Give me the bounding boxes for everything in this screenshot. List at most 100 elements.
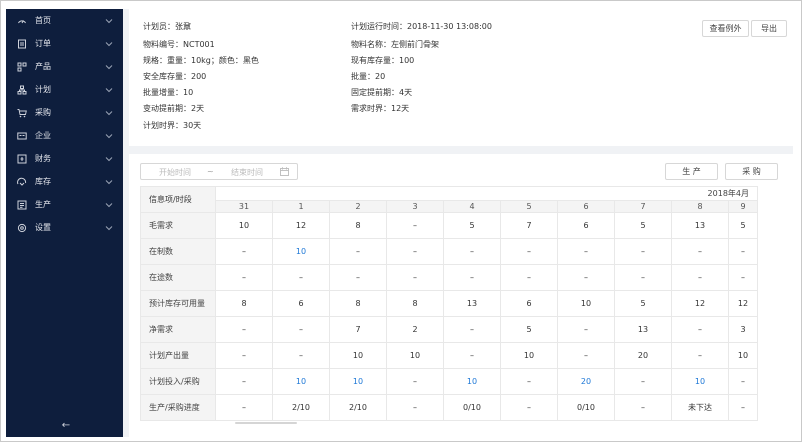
table-cell[interactable]: 10	[671, 368, 729, 395]
row-label: 在制数	[140, 238, 216, 265]
sidebar-item-label: 计划	[35, 85, 51, 94]
sidebar-item-6[interactable]: 财务	[6, 147, 123, 170]
end-date-input[interactable]: 结束时间	[231, 167, 263, 178]
sidebar-item-0[interactable]: 首页	[6, 9, 123, 32]
material-no-field: 物料编号：NCT001	[143, 40, 215, 49]
table-cell[interactable]: 10	[443, 368, 501, 395]
table-row: 预计库存可用量 8 6 8 8 13 6 10 5 12 12	[140, 290, 758, 317]
table-cell: –	[215, 238, 273, 265]
table-cell: 10	[557, 290, 615, 317]
plan-info-panel: 计划员：张鼐 物料编号：NCT001 规格：重量：10kg；颜色：黑色 安全库存…	[129, 9, 793, 146]
chevron-down-icon[interactable]	[104, 154, 113, 163]
produce-button[interactable]: 生 产	[665, 163, 718, 180]
sidebar-item-label: 财务	[35, 154, 51, 163]
day-header: 6	[557, 200, 615, 213]
sidebar-item-label: 订单	[35, 39, 51, 48]
view-exceptions-button[interactable]: 查看例外	[702, 20, 749, 37]
table-cell: 13	[671, 212, 729, 239]
table-cell: 2/10	[329, 394, 387, 421]
table-cell: 6	[500, 290, 558, 317]
collapse-sidebar-icon[interactable]: ←	[58, 417, 74, 433]
start-date-input[interactable]: 开始时间	[159, 167, 191, 178]
table-cell: 10	[329, 342, 387, 369]
sidebar-item-4[interactable]: 采购	[6, 101, 123, 124]
row-label: 毛需求	[140, 212, 216, 239]
table-cell: –	[500, 368, 558, 395]
table-cell: 10	[728, 342, 758, 369]
horizontal-scrollbar[interactable]	[235, 422, 297, 424]
table-cell[interactable]: 20	[557, 368, 615, 395]
table-cell[interactable]: 10	[272, 238, 330, 265]
chevron-down-icon[interactable]	[104, 39, 113, 48]
sidebar-item-3[interactable]: 计划	[6, 78, 123, 101]
table-cell: –	[215, 368, 273, 395]
table-cell: 0/10	[557, 394, 615, 421]
date-range-picker[interactable]: 开始时间 ~ 结束时间	[140, 163, 298, 180]
sidebar-item-2[interactable]: 产品	[6, 55, 123, 78]
chevron-down-icon[interactable]	[104, 131, 113, 140]
table-cell: 13	[443, 290, 501, 317]
spec-weight: 重量：10kg；	[167, 56, 219, 65]
sidebar-item-label: 生产	[35, 200, 51, 209]
material-name-field: 物料名称：左侧前门骨架	[351, 40, 439, 49]
table-cell: –	[557, 238, 615, 265]
table-row: 计划产出量 – –10 10–10–20–10	[140, 342, 758, 369]
home-icon	[17, 16, 27, 26]
chevron-down-icon[interactable]	[104, 85, 113, 94]
table-row: 净需求 – –7 2–5–13–3	[140, 316, 758, 343]
table-cell: –	[728, 394, 758, 421]
table-cell[interactable]: 10	[272, 368, 330, 395]
table-cell: –	[386, 264, 444, 291]
cart-icon	[17, 108, 27, 118]
table-cell: 12	[272, 212, 330, 239]
table-cell: –	[272, 264, 330, 291]
table-cell: –	[443, 316, 501, 343]
table-row: 生产/采购进度 –2/10 2/10–0/10–0/10– 未下达 –	[140, 394, 758, 421]
mrp-table: 信息项/时段 2018年4月 31 1 2 3 4 5 6 7 8 9 毛需求 10 12 8–5 7 6 5 13 5…	[140, 186, 758, 421]
chevron-down-icon[interactable]	[104, 108, 113, 117]
table-cell: –	[386, 212, 444, 239]
batch-field: 批量：20	[351, 72, 386, 81]
chevron-down-icon[interactable]	[104, 223, 113, 232]
sidebar-item-9[interactable]: 设置	[6, 216, 123, 239]
plan-icon	[17, 85, 27, 95]
table-cell[interactable]: 10	[329, 368, 387, 395]
sidebar: 首页订单产品计划采购 企业财务库存生产设置 ←	[6, 9, 123, 437]
row-label: 净需求	[140, 316, 216, 343]
chevron-down-icon[interactable]	[104, 200, 113, 209]
table-cell: –	[443, 238, 501, 265]
table-cell: –	[671, 264, 729, 291]
sidebar-item-8[interactable]: 生产	[6, 193, 123, 216]
table-cell: 8	[329, 290, 387, 317]
day-header: 5	[500, 200, 558, 213]
table-cell: 10	[215, 212, 273, 239]
enterprise-icon	[17, 131, 27, 141]
table-cell: –	[671, 316, 729, 343]
table-cell: –	[443, 264, 501, 291]
fixed-lead-field: 固定提前期：4天	[351, 88, 413, 97]
table-cell: –	[386, 368, 444, 395]
table-cell: 10	[386, 342, 444, 369]
export-button[interactable]: 导出	[751, 20, 787, 37]
purchase-button[interactable]: 采 购	[725, 163, 778, 180]
demand-horizon-field: 需求时界：12天	[351, 104, 410, 113]
table-cell: –	[671, 342, 729, 369]
table-cell: –	[500, 238, 558, 265]
chevron-down-icon[interactable]	[104, 177, 113, 186]
day-header: 7	[614, 200, 672, 213]
finance-icon	[17, 154, 27, 164]
sidebar-item-7[interactable]: 库存	[6, 170, 123, 193]
settings-icon	[17, 223, 27, 233]
calendar-icon[interactable]	[280, 167, 289, 178]
table-cell: 5	[728, 212, 758, 239]
order-icon	[17, 39, 27, 49]
table-cell: 8	[386, 290, 444, 317]
sidebar-item-5[interactable]: 企业	[6, 124, 123, 147]
chevron-down-icon[interactable]	[104, 16, 113, 25]
row-label: 计划投入/采购	[140, 368, 216, 395]
table-cell: –	[614, 238, 672, 265]
table-cell: 8	[215, 290, 273, 317]
sidebar-item-1[interactable]: 订单	[6, 32, 123, 55]
chevron-down-icon[interactable]	[104, 62, 113, 71]
inventory-icon	[17, 177, 27, 187]
